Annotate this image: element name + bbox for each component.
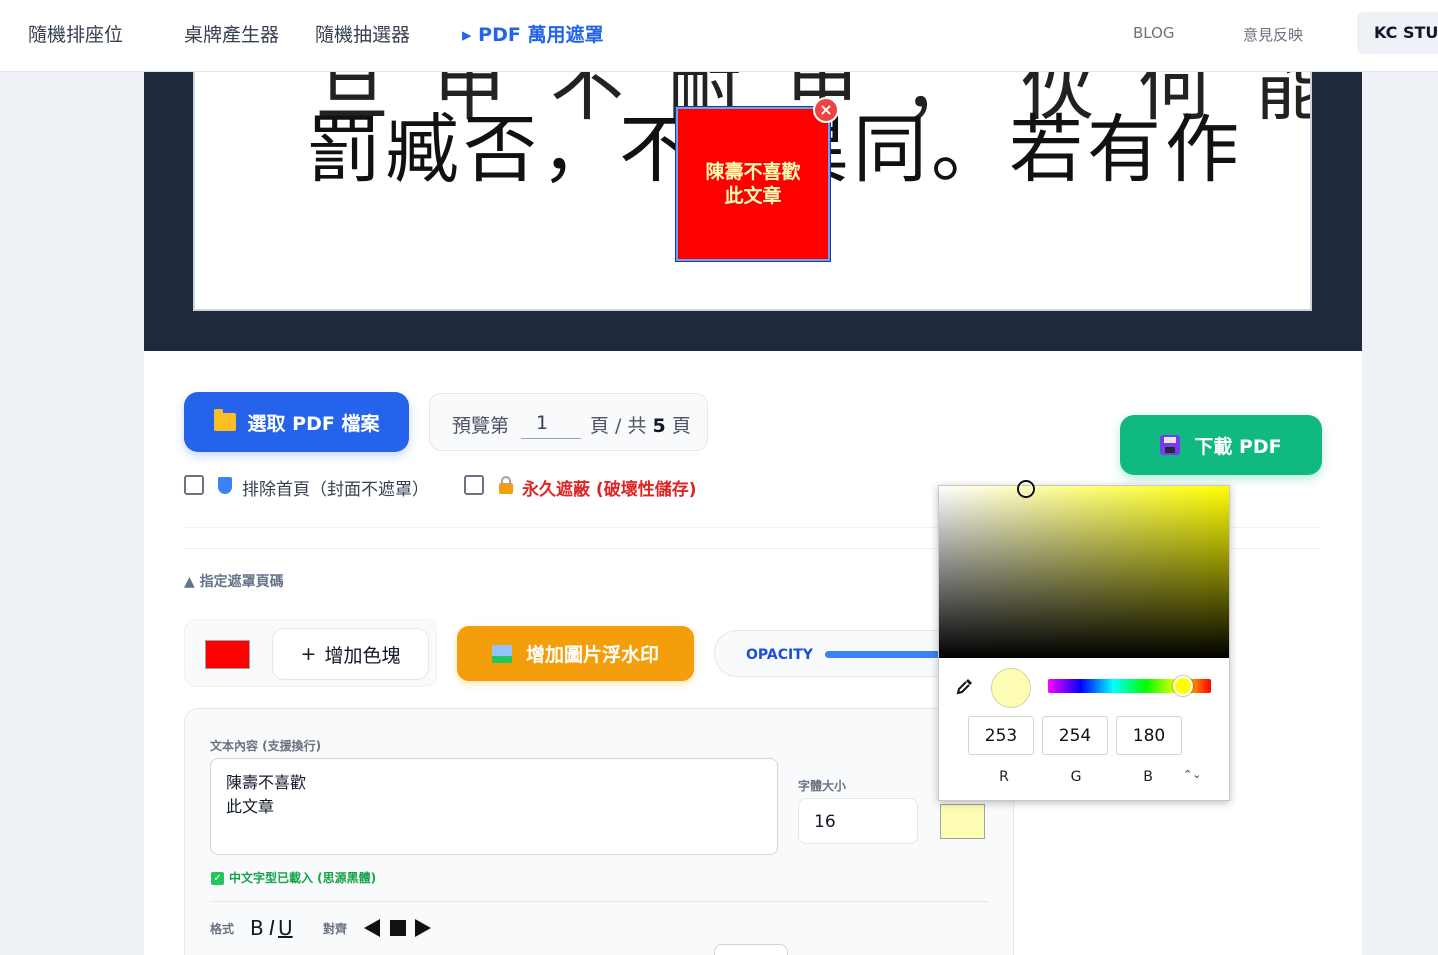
align-right-icon[interactable]	[415, 919, 431, 937]
plus-icon: +	[300, 643, 317, 665]
floppy-disk-icon	[1160, 435, 1181, 455]
blue-input[interactable]: 180	[1116, 716, 1182, 755]
red-label: R	[999, 769, 1009, 785]
italic-button[interactable]: I	[269, 916, 275, 940]
page-range-toggle[interactable]: ▲ 指定遮罩頁碼	[184, 571, 284, 591]
green-input[interactable]: 254	[1042, 716, 1108, 755]
underline-button[interactable]: U	[278, 916, 293, 940]
color-preview-circle	[991, 668, 1031, 708]
font-loaded-status: ✓ 中文字型已載入 (思源黑體)	[211, 869, 376, 886]
top-nav: 隨機排座位 桌牌產生器 隨機抽選器 ▸ PDF 萬用遮罩 BLOG 意見反映 K…	[0, 0, 1438, 72]
mask-block-text: 陳壽不喜歡 此文章	[705, 161, 801, 207]
add-image-watermark-label: 增加圖片浮水印	[525, 644, 659, 666]
font-size-label: 字體大小	[798, 779, 847, 793]
block-color-swatch[interactable]	[205, 640, 250, 669]
format-label: 格式	[210, 922, 235, 936]
mask-delete-button[interactable]: ×	[813, 97, 839, 123]
permanent-redaction-label: 永久遮蔽 (破壞性儲存)	[522, 480, 697, 500]
align-center-icon[interactable]	[390, 920, 406, 936]
nav-item-table-sign[interactable]: 桌牌產生器	[184, 20, 279, 47]
total-pages: 5	[652, 415, 666, 437]
text-content-input[interactable]: 陳壽不喜歡 此文章	[210, 758, 778, 855]
nav-item-feedback[interactable]: 意見反映	[1243, 24, 1303, 45]
align-label: 對齊	[323, 922, 348, 936]
preview-page-prefix: 預覽第	[452, 415, 510, 437]
nav-item-blog[interactable]: BLOG	[1133, 24, 1175, 42]
folder-icon	[213, 409, 236, 431]
exclude-first-page-label: 排除首頁（封面不遮罩）	[242, 480, 429, 500]
add-block-button[interactable]: + 增加色塊	[272, 628, 429, 680]
font-loaded-text: 中文字型已載入 (思源黑體)	[229, 871, 377, 885]
download-pdf-label: 下載 PDF	[1194, 435, 1282, 458]
color-mode-toggle-icon[interactable]: ⌃⌄	[1183, 768, 1201, 781]
saturation-value-handle[interactable]	[1017, 480, 1035, 498]
image-icon	[491, 644, 512, 663]
exclude-first-page-checkbox[interactable]	[184, 475, 204, 495]
divider	[210, 901, 988, 902]
page-total-text: 頁 / 共 5 頁	[590, 411, 691, 438]
eyedropper-icon[interactable]	[956, 677, 974, 695]
partial-control[interactable]	[714, 944, 788, 955]
brand-link[interactable]: KC STUD	[1357, 12, 1438, 54]
nav-item-random-seating[interactable]: 隨機排座位	[28, 20, 123, 47]
page-unit: 頁	[671, 415, 691, 437]
select-pdf-label: 選取 PDF 檔案	[247, 412, 380, 435]
hue-slider-handle[interactable]	[1173, 676, 1193, 696]
page-navigator: 預覽第 頁 / 共 5 頁	[429, 393, 708, 451]
text-content-label: 文本內容 (支援換行)	[210, 739, 322, 753]
nav-item-random-picker[interactable]: 隨機抽選器	[315, 20, 410, 47]
shield-icon	[218, 477, 232, 494]
text-color-swatch[interactable]	[940, 804, 985, 839]
align-left-icon[interactable]	[364, 919, 380, 937]
opacity-control: OPACITY	[714, 630, 975, 677]
add-block-label: 增加色塊	[324, 644, 401, 667]
red-input[interactable]: 253	[968, 716, 1034, 755]
font-size-input[interactable]: 16	[798, 798, 918, 844]
blue-label: B	[1143, 769, 1153, 785]
permanent-redaction-checkbox[interactable]	[464, 475, 484, 495]
page-number-input[interactable]	[521, 407, 581, 439]
nav-item-pdf-mask[interactable]: ▸ PDF 萬用遮罩	[462, 20, 603, 47]
color-picker-popup: 253 254 180 R G B ⌃⌄	[938, 480, 1230, 801]
add-image-watermark-button[interactable]: 增加圖片浮水印	[457, 626, 694, 681]
saturation-value-area[interactable]	[939, 480, 1229, 658]
page-suffix: 頁 / 共	[590, 415, 647, 437]
opacity-label: OPACITY	[746, 647, 813, 663]
mask-block[interactable]: 陳壽不喜歡 此文章	[675, 106, 831, 262]
bold-button[interactable]: B	[250, 916, 264, 940]
select-pdf-button[interactable]: 選取 PDF 檔案	[184, 392, 409, 452]
download-pdf-button[interactable]: 下載 PDF	[1120, 415, 1322, 475]
lock-icon	[499, 476, 513, 494]
checkbox-checked-icon: ✓	[211, 872, 224, 885]
green-label: G	[1070, 769, 1082, 785]
